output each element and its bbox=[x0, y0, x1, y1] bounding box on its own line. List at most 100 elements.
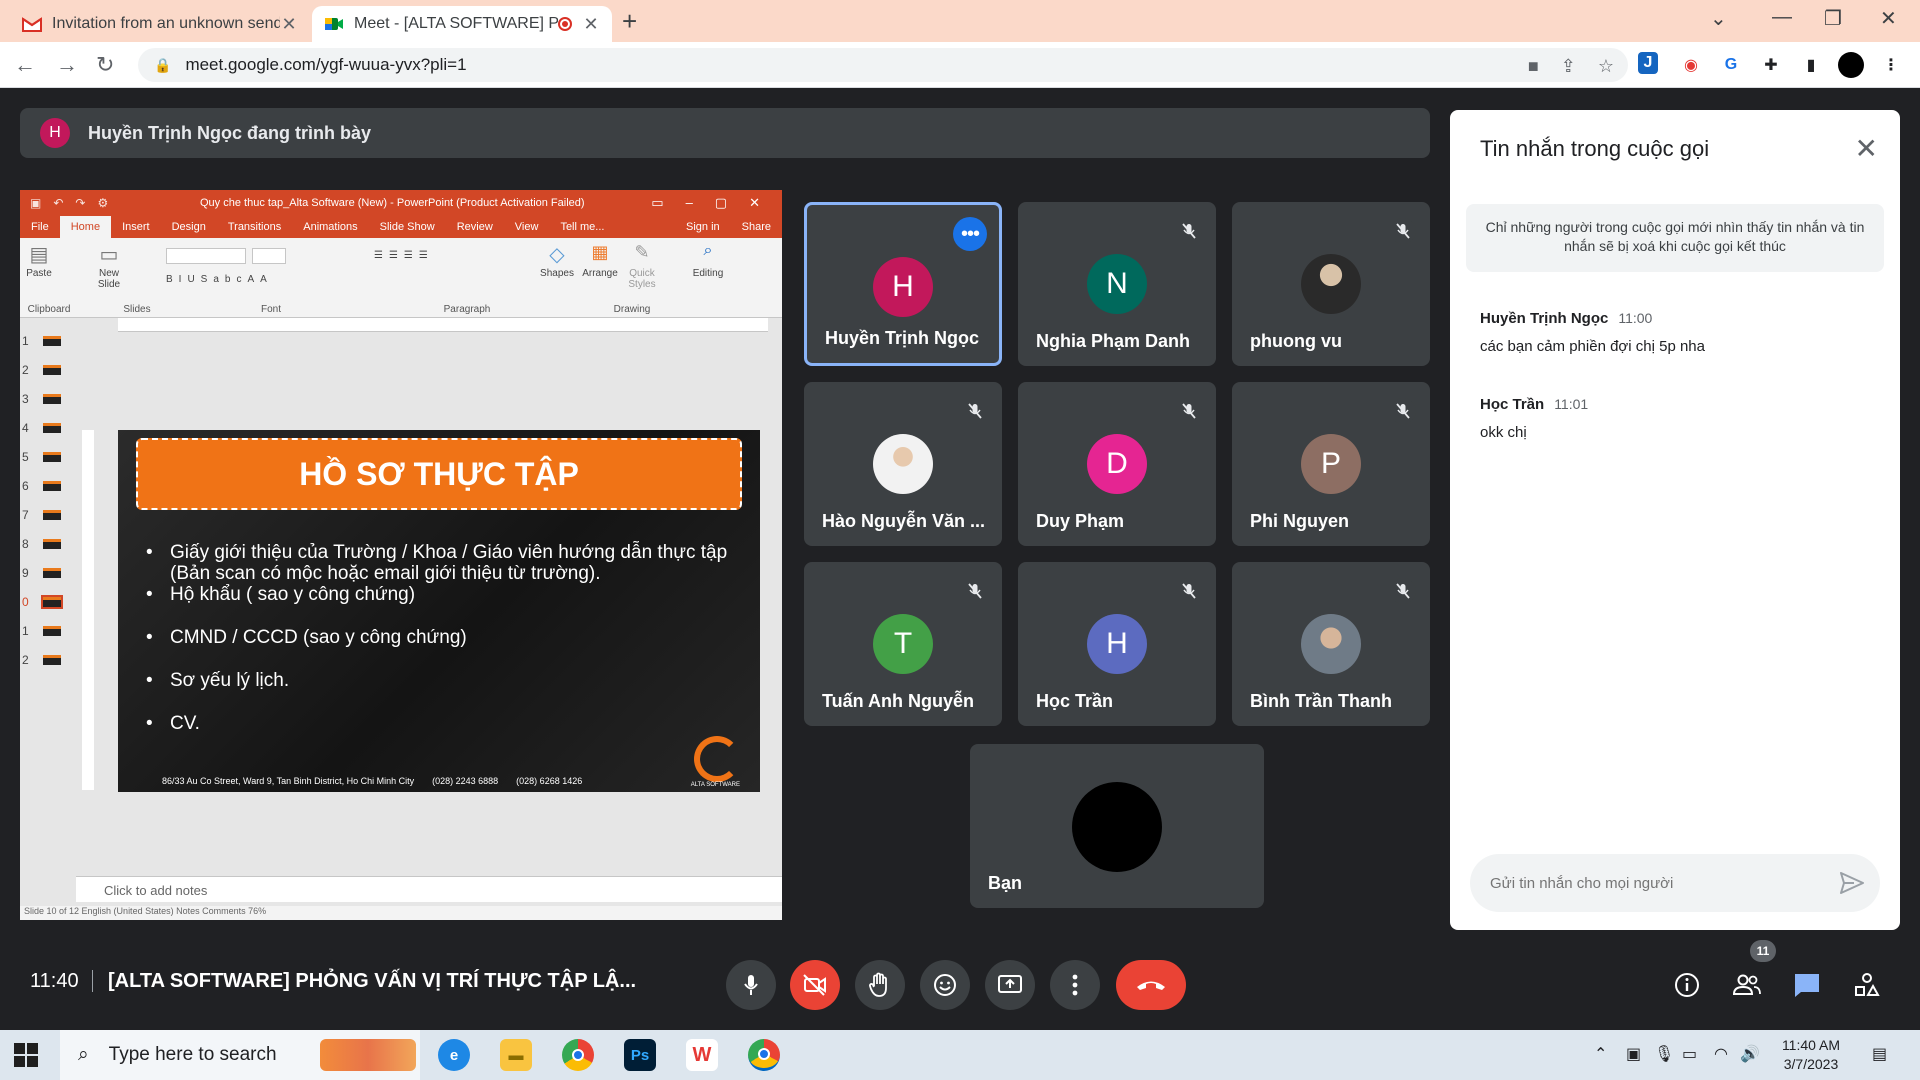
maximize-button[interactable]: ❐ bbox=[1824, 6, 1842, 31]
end-call-icon bbox=[1137, 981, 1165, 990]
forward-button[interactable]: → bbox=[56, 52, 78, 78]
url-input[interactable]: 🔒 meet.google.com/ygf-wuua-yvx?pli=1 ■ ⇪… bbox=[138, 48, 1628, 82]
avatar: D bbox=[1087, 434, 1147, 494]
reload-button[interactable]: ↻ bbox=[96, 52, 114, 78]
participant-name: Duy Phạm bbox=[1036, 511, 1125, 531]
avatar: T bbox=[873, 614, 933, 674]
people-button[interactable] bbox=[1730, 968, 1764, 1002]
extension-opera-icon[interactable]: ◉ bbox=[1678, 52, 1704, 78]
notifications-icon[interactable]: ▤ bbox=[1872, 1044, 1887, 1064]
mic-off-icon bbox=[1176, 398, 1202, 424]
microphone-button[interactable] bbox=[726, 960, 776, 1010]
participant-tile[interactable]: T Tuấn Anh Nguyễn bbox=[804, 562, 1002, 726]
system-clock[interactable]: 11:40 AM 3/7/2023 bbox=[1766, 1036, 1856, 1074]
slide-footer: 86/33 Au Co Street, Ward 9, Tan Binh Dis… bbox=[162, 776, 582, 786]
windows-start-button[interactable] bbox=[14, 1043, 38, 1067]
back-button[interactable]: ← bbox=[14, 52, 36, 78]
tab-review: Review bbox=[456, 221, 493, 233]
participant-tile[interactable]: H Học Trần bbox=[1018, 562, 1216, 726]
wifi-icon[interactable]: ◠ bbox=[1714, 1044, 1728, 1064]
group-paragraph: Paragraph bbox=[443, 304, 491, 315]
close-tab-icon[interactable]: ✕ bbox=[582, 14, 600, 35]
participant-tile[interactable]: Hào Nguyễn Văn ... bbox=[804, 382, 1002, 546]
shared-screen: ▣↶↷⚙ Quy che thuc tap_Alta Software (New… bbox=[20, 190, 782, 920]
lock-icon[interactable]: 🔒 bbox=[154, 57, 171, 74]
activities-button[interactable] bbox=[1850, 968, 1884, 1002]
meeting-clock: 11:40 bbox=[30, 970, 79, 992]
photoshop-icon[interactable]: Ps bbox=[624, 1039, 656, 1071]
edge-icon[interactable]: e bbox=[438, 1039, 470, 1071]
chrome-icon[interactable] bbox=[562, 1039, 594, 1071]
share-icon[interactable]: ⇪ bbox=[1561, 56, 1576, 77]
participant-tile[interactable]: H ••• Huyền Trịnh Ngọc bbox=[804, 202, 1002, 366]
message-text: okk chị bbox=[1480, 424, 1527, 441]
ribbon: ▤ Paste ▭ New Slide BIUSabcAA ☰☰☰☰ ◇ Shapes… bbox=[20, 238, 782, 318]
present-screen-button[interactable] bbox=[985, 960, 1035, 1010]
meeting-details-button[interactable] bbox=[1670, 968, 1704, 1002]
close-tab-icon[interactable]: ✕ bbox=[280, 14, 298, 35]
extension-j-icon[interactable]: J bbox=[1638, 52, 1658, 74]
raise-hand-icon bbox=[869, 972, 887, 997]
chat-input-container bbox=[1470, 854, 1880, 912]
meet-present-tray-icon[interactable]: ▣ bbox=[1626, 1044, 1641, 1064]
participant-tile[interactable]: D Duy Phạm bbox=[1018, 382, 1216, 546]
participant-name: Tuấn Anh Nguyễn bbox=[822, 691, 974, 711]
side-panel-icon[interactable]: ▮ bbox=[1798, 52, 1824, 78]
chat-input[interactable] bbox=[1490, 874, 1830, 892]
participant-tile[interactable]: N Nghia Phạm Danh bbox=[1018, 202, 1216, 366]
present-screen-icon bbox=[998, 975, 1022, 993]
tab-meet[interactable]: Meet - [ALTA SOFTWARE] PH ✕ bbox=[312, 6, 612, 42]
participant-tile[interactable]: P Phi Nguyen bbox=[1232, 382, 1430, 546]
close-window-button[interactable]: ✕ bbox=[1880, 6, 1897, 31]
activities-icon bbox=[1855, 973, 1880, 996]
avatar: H bbox=[1087, 614, 1147, 674]
system-time: 11:40 AM bbox=[1781, 1037, 1841, 1053]
message-sender: Huyền Trịnh Ngọc bbox=[1480, 310, 1609, 327]
mic-off-icon bbox=[962, 578, 988, 604]
raise-hand-button[interactable] bbox=[855, 960, 905, 1010]
wps-office-icon[interactable]: W bbox=[686, 1039, 718, 1071]
slide-bullets: Giấy giới thiệu của Trường / Khoa / Giáo… bbox=[146, 542, 730, 734]
chrome-icon-active[interactable] bbox=[748, 1039, 780, 1071]
avatar bbox=[873, 434, 933, 494]
current-slide: HỒ SƠ THỰC TẬP Giấy giới thiệu của Trườn… bbox=[118, 430, 760, 792]
more-options-button[interactable] bbox=[1050, 960, 1100, 1010]
paste-button: ▤ Paste bbox=[26, 244, 52, 279]
camera-icon[interactable]: ■ bbox=[1528, 56, 1539, 77]
share-link: Share bbox=[741, 221, 771, 233]
chat-button[interactable] bbox=[1790, 968, 1824, 1002]
mic-off-icon bbox=[1390, 578, 1416, 604]
more-options-icon[interactable]: ••• bbox=[953, 217, 987, 251]
new-tab-button[interactable]: + bbox=[622, 6, 637, 37]
volume-icon[interactable]: 🔊 bbox=[1740, 1044, 1760, 1064]
reactions-button[interactable] bbox=[920, 960, 970, 1010]
participant-tile[interactable]: Bình Trần Thanh bbox=[1232, 562, 1430, 726]
self-view-tile[interactable]: Bạn bbox=[970, 744, 1264, 908]
battery-icon[interactable]: ▭ bbox=[1682, 1044, 1697, 1064]
close-icon[interactable]: ✕ bbox=[1855, 132, 1878, 165]
leave-call-button[interactable] bbox=[1116, 960, 1186, 1010]
participant-count-badge: 11 bbox=[1750, 940, 1776, 962]
participant-tile[interactable]: phuong vu bbox=[1232, 202, 1430, 366]
gmail-icon bbox=[22, 17, 42, 32]
slide-thumbnails: 1 2 3 4 5 6 7 8 9 0 1 2 bbox=[20, 332, 76, 802]
tab-search-icon[interactable]: ⌄ bbox=[1710, 6, 1727, 31]
tray-expand-icon[interactable]: ⌃ bbox=[1594, 1044, 1607, 1064]
mic-off-icon bbox=[1390, 398, 1416, 424]
font-name-box bbox=[166, 248, 246, 264]
tab-gmail[interactable]: Invitation from an unknown send ✕ bbox=[10, 6, 310, 42]
translate-extension-icon[interactable]: G bbox=[1718, 52, 1744, 78]
send-icon[interactable] bbox=[1840, 872, 1864, 894]
bookmark-star-icon[interactable]: ☆ bbox=[1598, 56, 1614, 77]
file-explorer-icon[interactable]: ▬ bbox=[500, 1039, 532, 1071]
minimize-button[interactable]: — bbox=[1772, 6, 1792, 29]
extensions-puzzle-icon[interactable]: ✚ bbox=[1758, 52, 1784, 78]
browser-menu-icon[interactable]: ⋮ bbox=[1878, 52, 1904, 78]
microphone-tray-icon[interactable]: 🎙 bbox=[1654, 1044, 1674, 1064]
camera-off-button[interactable] bbox=[790, 960, 840, 1010]
vertical-ruler bbox=[82, 430, 94, 790]
slide-thumbnail: 1 bbox=[22, 332, 74, 350]
message-sender: Học Trần bbox=[1480, 396, 1545, 413]
search-highlight-icon[interactable] bbox=[320, 1039, 416, 1071]
profile-avatar[interactable] bbox=[1838, 52, 1864, 78]
